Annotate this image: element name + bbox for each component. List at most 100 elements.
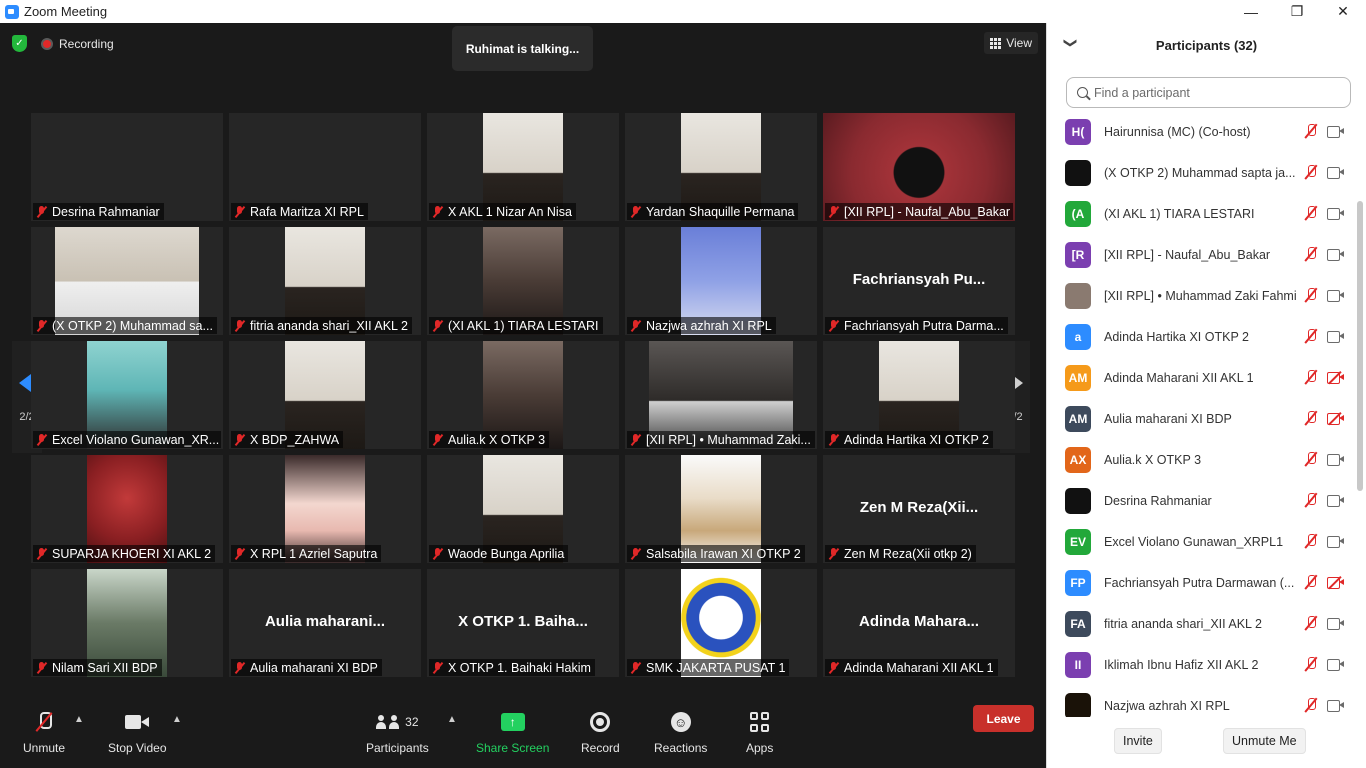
- camera-icon: [1327, 659, 1345, 671]
- record-button[interactable]: Record: [581, 710, 620, 755]
- participant-list-item[interactable]: Nazjwa azhrah XI RPL: [1047, 685, 1355, 717]
- participant-name: [XII RPL] • Muhammad Zaki Fahmi: [1104, 288, 1297, 303]
- participant-list-item[interactable]: (X OTKP 2) Muhammad sapta ja...: [1047, 152, 1355, 193]
- participant-video-tile[interactable]: X RPL 1 Azriel Saputra: [229, 455, 421, 563]
- participant-video-tile[interactable]: Excel Violano Gunawan_XR...: [31, 341, 223, 449]
- participant-video-tile[interactable]: (X OTKP 2) Muhammad sa...: [31, 227, 223, 335]
- unmute-button[interactable]: Unmute: [23, 710, 65, 755]
- participant-name: Aulia maharani XI BDP: [1104, 411, 1232, 426]
- invite-button[interactable]: Invite: [1114, 728, 1162, 754]
- participant-name: Excel Violano Gunawan_XRPL1: [1104, 534, 1284, 549]
- microphone-muted-icon: [432, 547, 444, 560]
- participant-video-tile[interactable]: Rafa Maritza XI RPL: [229, 113, 421, 221]
- participant-video-tile[interactable]: Nazjwa azhrah XI RPL: [625, 227, 817, 335]
- participant-list-item[interactable]: FA fitria ananda shari_XII AKL 2: [1047, 603, 1355, 644]
- participant-video-tile[interactable]: Nilam Sari XII BDP: [31, 569, 223, 677]
- leave-button[interactable]: Leave: [973, 705, 1034, 732]
- participant-name-label: X BDP_ZAHWA: [231, 431, 344, 448]
- microphone-muted-icon: [828, 205, 840, 218]
- participant-list-item[interactable]: H(Hairunnisa (MC) (Co-host): [1047, 111, 1355, 152]
- security-shield-icon[interactable]: ✓: [12, 35, 27, 52]
- participant-video-tile[interactable]: fitria ananda shari_XII AKL 2: [229, 227, 421, 335]
- participant-video-tile[interactable]: Aulia maharani... Aulia maharani XI BDP: [229, 569, 421, 677]
- participant-list-item[interactable]: Desrina Rahmaniar: [1047, 480, 1355, 521]
- audio-options-chevron-icon[interactable]: ▲: [74, 714, 84, 725]
- participant-list-item[interactable]: AX Aulia.k X OTKP 3: [1047, 439, 1355, 480]
- participant-list-scrollbar[interactable]: [1357, 201, 1363, 491]
- participant-list-item[interactable]: AM Aulia maharani XI BDP: [1047, 398, 1355, 439]
- collapse-panel-chevron-icon[interactable]: ❯: [1062, 38, 1078, 49]
- maximize-button[interactable]: ❐: [1274, 0, 1320, 23]
- participant-video-tile[interactable]: Aulia.k X OTKP 3: [427, 341, 619, 449]
- participant-list-item[interactable]: (A (XI AKL 1) TIARA LESTARI: [1047, 193, 1355, 234]
- participant-video-tile[interactable]: X BDP_ZAHWA: [229, 341, 421, 449]
- participant-list-item[interactable]: [XII RPL] • Muhammad Zaki Fahmi: [1047, 275, 1355, 316]
- participant-name-label: Zen M Reza(Xii otkp 2): [825, 545, 976, 562]
- participant-video-tile[interactable]: Yardan Shaquille Permana: [625, 113, 817, 221]
- participant-video-tile[interactable]: Fachriansyah Pu... Fachriansyah Putra Dar…: [823, 227, 1015, 335]
- participant-video-tile[interactable]: SMK JAKARTA PUSAT 1: [625, 569, 817, 677]
- participant-name-label: Nazjwa azhrah XI RPL: [627, 317, 776, 334]
- close-button[interactable]: ✕: [1320, 0, 1366, 23]
- recording-indicator[interactable]: Recording: [41, 37, 114, 51]
- microphone-muted-icon: [234, 661, 246, 674]
- stop-video-button[interactable]: Stop Video: [108, 710, 167, 755]
- participant-name: Aulia.k X OTKP 3: [448, 432, 546, 447]
- participant-video-tile[interactable]: Desrina Rahmaniar: [31, 113, 223, 221]
- participant-video-tile[interactable]: Salsabila Irawan XI OTKP 2: [625, 455, 817, 563]
- participant-video-tile[interactable]: Adinda Hartika XI OTKP 2: [823, 341, 1015, 449]
- avatar: a: [1065, 323, 1091, 350]
- participant-display-name: Fachriansyah Pu...: [852, 271, 986, 288]
- participant-video-tile[interactable]: [XII RPL] - Naufal_Abu_Bakar: [823, 113, 1015, 221]
- participant-video-tile[interactable]: X AKL 1 Nizar An Nisa: [427, 113, 619, 221]
- participant-list-item[interactable]: [R [XII RPL] - Naufal_Abu_Bakar: [1047, 234, 1355, 275]
- participant-name-label: [XII RPL] • Muhammad Zaki...: [627, 431, 815, 448]
- avatar: [1065, 282, 1091, 309]
- participant-name-label: Aulia maharani XI BDP: [231, 659, 382, 676]
- participant-name-label: Rafa Maritza XI RPL: [231, 203, 368, 220]
- participant-name-label: Yardan Shaquille Permana: [627, 203, 799, 220]
- participant-list-item[interactable]: a Adinda Hartika XI OTKP 2: [1047, 316, 1355, 357]
- share-screen-icon: ↑: [500, 713, 525, 731]
- participant-name: Excel Violano Gunawan_XR...: [52, 432, 220, 447]
- microphone-muted-icon: [1304, 575, 1318, 589]
- participant-video-tile[interactable]: Adinda Mahara... Adinda Maharani XII AKL …: [823, 569, 1015, 677]
- participant-video-tile[interactable]: (XI AKL 1) TIARA LESTARI: [427, 227, 619, 335]
- microphone-muted-icon: [234, 319, 246, 332]
- participant-name: Salsabila Irawan XI OTKP 2: [646, 546, 801, 561]
- participant-name: fitria ananda shari_XII AKL 2: [1104, 616, 1262, 631]
- minimize-button[interactable]: —: [1228, 0, 1274, 23]
- participant-list-item[interactable]: II Iklimah Ibnu Hafiz XII AKL 2: [1047, 644, 1355, 685]
- participants-options-chevron-icon[interactable]: ▲: [447, 714, 457, 725]
- participant-video-tile[interactable]: [XII RPL] • Muhammad Zaki...: [625, 341, 817, 449]
- participant-search[interactable]: [1066, 77, 1351, 108]
- participant-video-tile[interactable]: Zen M Reza(Xii... Zen M Reza(Xii otkp 2): [823, 455, 1015, 563]
- unmute-me-button[interactable]: Unmute Me: [1223, 728, 1306, 754]
- grid-view-icon: [990, 37, 1002, 49]
- participant-video-tile[interactable]: Waode Bunga Aprilia: [427, 455, 619, 563]
- view-button[interactable]: View: [984, 32, 1038, 54]
- participants-button[interactable]: 32 Participants: [366, 710, 429, 755]
- participant-list-item[interactable]: FP Fachriansyah Putra Darmawan (...: [1047, 562, 1355, 603]
- participant-search-input[interactable]: [1094, 85, 1334, 100]
- reactions-button[interactable]: ☺ Reactions: [654, 710, 707, 755]
- participant-name-label: X RPL 1 Azriel Saputra: [231, 545, 382, 562]
- microphone-muted-icon: [36, 661, 48, 674]
- microphone-muted-icon: [36, 205, 48, 218]
- share-screen-button[interactable]: ↑ Share Screen: [476, 710, 549, 755]
- microphone-muted-icon: [1304, 616, 1318, 630]
- participant-video-tile[interactable]: SUPARJA KHOERI XI AKL 2: [31, 455, 223, 563]
- participant-name: Adinda Maharani XII AKL 1: [1104, 370, 1254, 385]
- apps-button[interactable]: Apps: [746, 710, 773, 755]
- participant-list-item[interactable]: EV Excel Violano Gunawan_XRPL1: [1047, 521, 1355, 562]
- avatar: AM: [1065, 364, 1091, 391]
- participant-name-label: Adinda Maharani XII AKL 1: [825, 659, 998, 676]
- recording-label: Recording: [59, 36, 114, 51]
- microphone-muted-icon: [36, 433, 48, 446]
- camera-icon: [1327, 331, 1345, 343]
- video-options-chevron-icon[interactable]: ▲: [172, 714, 182, 725]
- participant-name: X RPL 1 Azriel Saputra: [250, 546, 378, 561]
- participant-video-tile[interactable]: X OTKP 1. Baiha... X OTKP 1. Baihaki Haki…: [427, 569, 619, 677]
- avatar: II: [1065, 651, 1091, 678]
- participant-list-item[interactable]: AM Adinda Maharani XII AKL 1: [1047, 357, 1355, 398]
